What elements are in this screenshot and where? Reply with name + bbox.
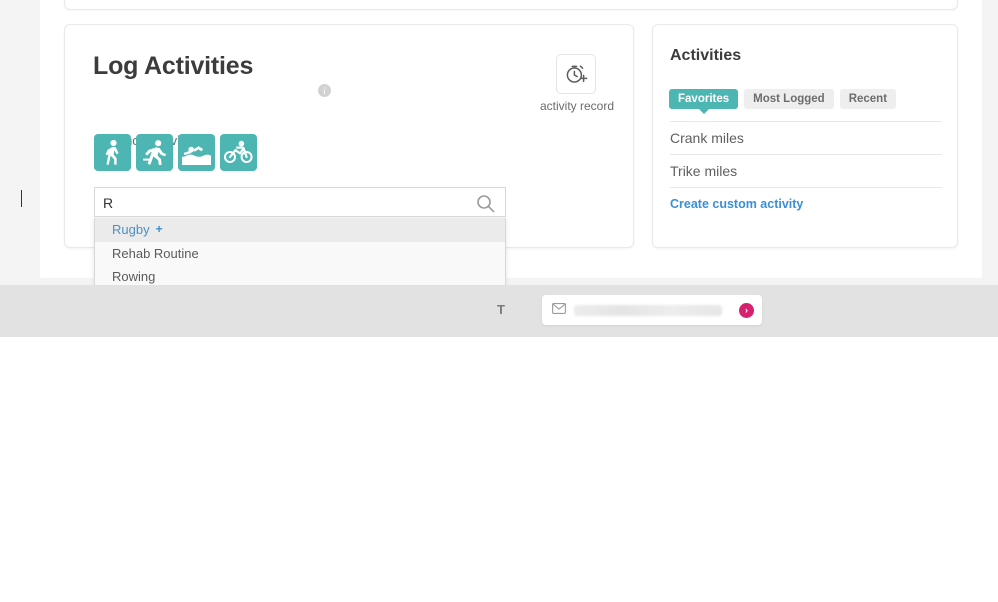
page-root: Log Activities i Common activities [0,0,998,602]
activity-row[interactable]: Trike miles [670,154,942,187]
email-signup-input[interactable]: › [542,295,762,325]
dropdown-item-label: Rowing [112,269,156,285]
envelope-icon [552,301,566,319]
search-input[interactable]: R [94,187,506,217]
clipped-card-above [64,0,958,10]
activity-record-button[interactable] [556,54,596,94]
activities-list: Crank miles Trike miles Create custom acti… [670,121,942,217]
plus-icon[interactable]: + [156,218,163,242]
bottom-strip [0,516,998,602]
bike-icon[interactable] [220,134,257,171]
newsletter-trailing-text: T [497,302,505,317]
info-icon[interactable]: i [318,84,331,97]
dropdown-item[interactable]: Rugby + [95,218,505,242]
search-input-value: R [103,195,114,211]
page-title: Log Activities [93,52,254,80]
dropdown-item[interactable]: Rehab Routine [95,242,505,266]
run-icon[interactable] [136,134,173,171]
activity-row[interactable]: Crank miles [670,121,942,154]
activities-create-custom-activity[interactable]: Create custom activity [670,187,942,217]
activities-tabs: Favorites Most Logged Recent [669,89,897,114]
search-icon[interactable] [476,194,495,218]
activities-card: Activities Favorites Most Logged Recent Cr… [652,24,958,248]
tab-favorites[interactable]: Favorites [669,89,739,114]
tab-recent[interactable]: Recent [839,89,897,109]
activities-title: Activities [670,47,742,64]
activity-record-label: activity record [539,99,615,113]
email-placeholder-blurred [574,304,722,316]
walk-icon[interactable] [94,134,131,171]
page-footer: YouTube fitb ©2021 esFitbit Health Solut… [0,337,998,516]
email-submit-button[interactable]: › [739,303,754,318]
common-activities-row [94,134,257,171]
text-caret [21,190,22,207]
swim-icon[interactable] [178,134,215,171]
tab-most-logged[interactable]: Most Logged [744,89,834,109]
dropdown-item-label: Rehab Routine [112,245,199,261]
dropdown-item-label: Rugby [112,222,150,237]
